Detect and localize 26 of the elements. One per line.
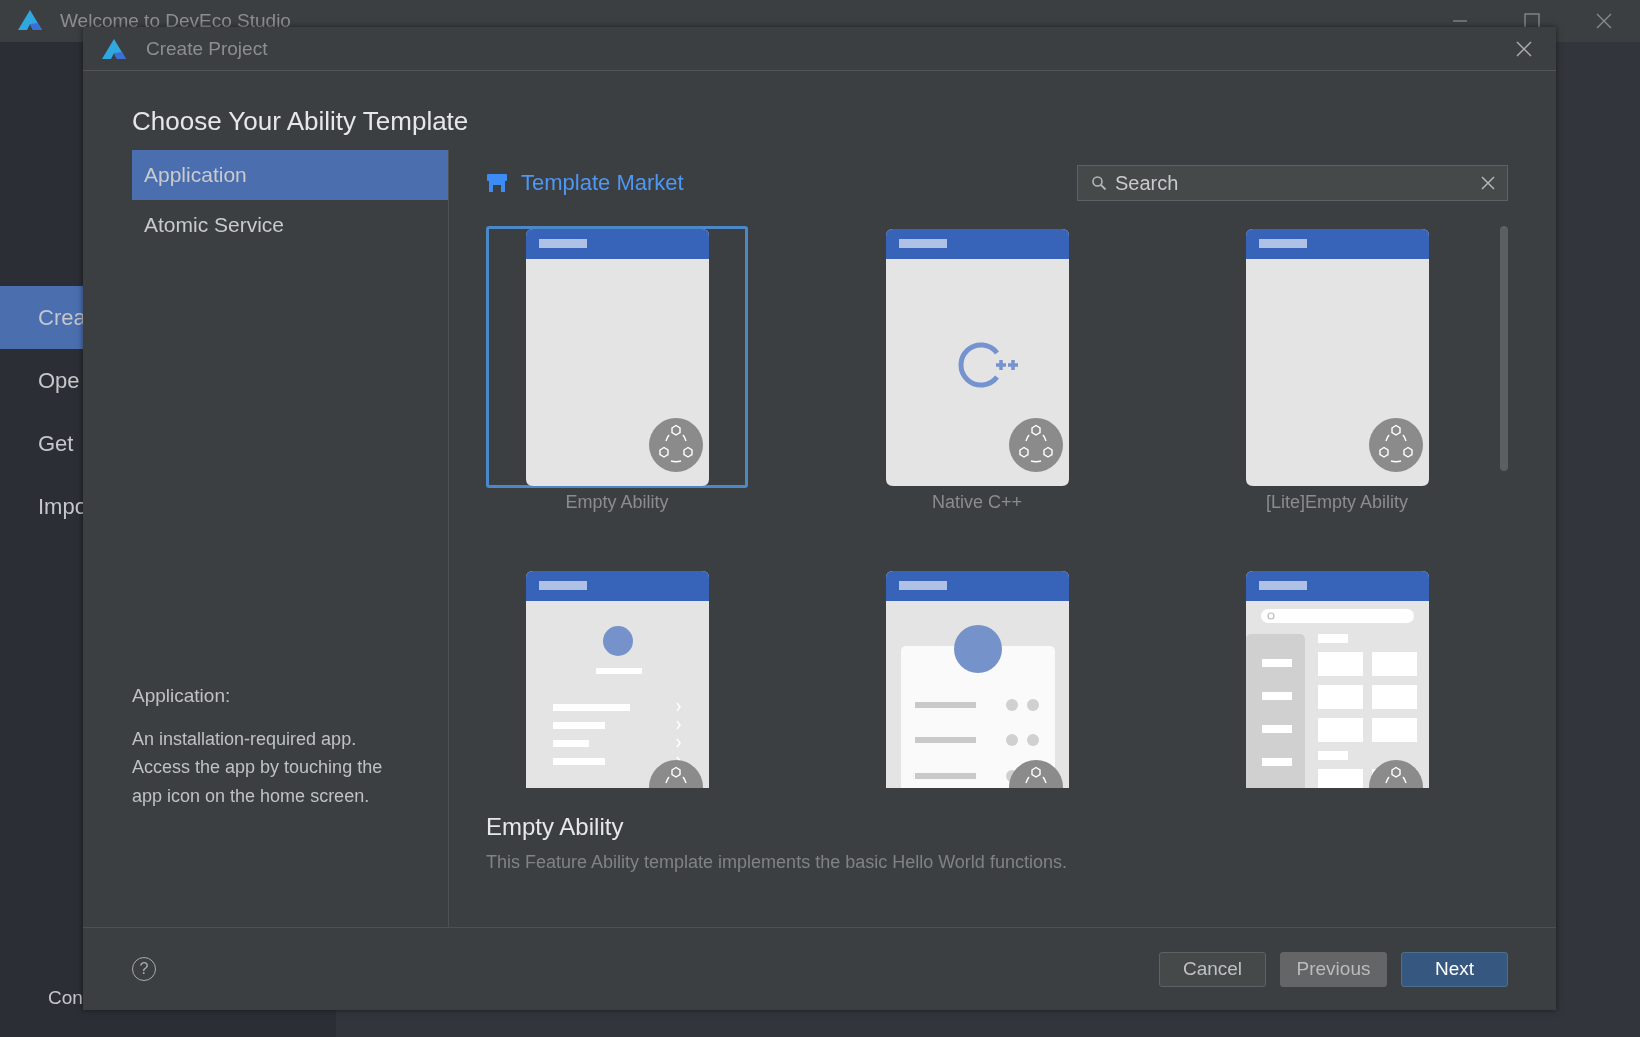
template-name: Empty Ability	[486, 812, 625, 842]
category-item[interactable]: Atomic Service	[132, 200, 448, 250]
scrollbar[interactable]	[1500, 226, 1508, 471]
search-icon	[1091, 175, 1107, 191]
template-label: Empty Ability	[565, 491, 669, 514]
dialog-title: Create Project	[146, 37, 268, 60]
description-title: Application:	[132, 684, 232, 707]
dialog-button[interactable]: Previous	[1280, 951, 1387, 987]
template-label: [Lite]Empty Ability	[1265, 491, 1409, 514]
template-label: Native C++	[931, 491, 1022, 514]
dialog-button[interactable]: Next	[1401, 951, 1508, 987]
store-icon	[486, 172, 508, 194]
close-icon[interactable]	[1516, 40, 1532, 57]
template-description: This Feature Ability template implements the basic Hello World functions.	[486, 851, 1068, 874]
category-item[interactable]: Application	[132, 150, 448, 200]
window-title: Welcome to DevEco Studio	[60, 10, 291, 32]
search-field[interactable]: Search	[1077, 165, 1508, 201]
logo-icon	[102, 38, 126, 59]
dialog-button[interactable]: Cancel	[1159, 951, 1266, 987]
close-icon[interactable]	[1596, 13, 1612, 29]
description-text: An installation-required app. Access the app by touching the app icon on the home screen.	[132, 727, 384, 808]
page-heading: Choose Your Ability Template	[132, 105, 470, 138]
template-market-link[interactable]: Template Market	[486, 170, 684, 196]
clear-icon[interactable]	[1481, 176, 1495, 190]
logo-icon	[18, 10, 42, 30]
template-tile[interactable]	[486, 226, 748, 488]
